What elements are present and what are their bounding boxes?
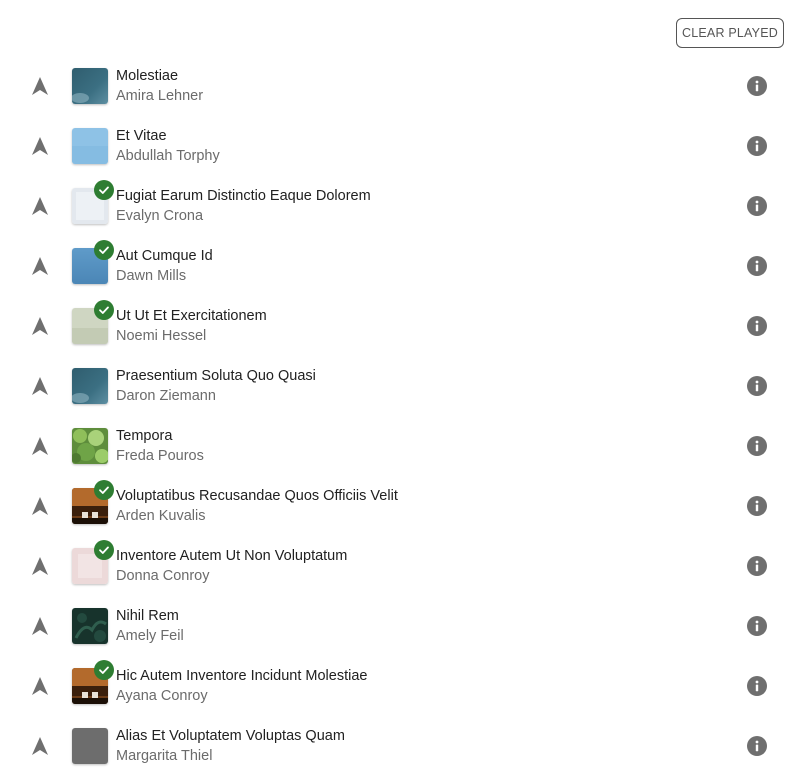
drag-handle-arrow-icon[interactable] bbox=[31, 496, 49, 516]
drag-handle-arrow-icon[interactable] bbox=[31, 616, 49, 636]
track-artist: Margarita Thiel bbox=[116, 748, 213, 764]
track-artist: Dawn Mills bbox=[116, 268, 187, 284]
drag-handle-arrow-icon[interactable] bbox=[31, 436, 49, 456]
clear-played-button[interactable]: CLEAR PLAYED bbox=[676, 18, 784, 48]
track-title: Alias Et Voluptatem Voluptas Quam bbox=[116, 728, 345, 744]
album-art-image bbox=[72, 368, 108, 404]
album-art bbox=[72, 128, 108, 164]
track-row[interactable]: Aut Cumque Id Dawn Mills bbox=[0, 236, 800, 296]
track-title: Tempora bbox=[116, 428, 173, 444]
track-row[interactable]: Tempora Freda Pouros bbox=[0, 416, 800, 476]
info-icon[interactable] bbox=[747, 376, 767, 396]
album-art bbox=[72, 368, 108, 404]
track-title: Fugiat Earum Distinctio Eaque Dolorem bbox=[116, 188, 371, 204]
track-row[interactable]: Et Vitae Abdullah Torphy bbox=[0, 116, 800, 176]
track-artist: Noemi Hessel bbox=[116, 328, 207, 344]
info-icon[interactable] bbox=[747, 136, 767, 156]
album-art bbox=[72, 608, 108, 644]
track-title: Nihil Rem bbox=[116, 608, 179, 624]
drag-handle-arrow-icon[interactable] bbox=[31, 196, 49, 216]
album-art-image bbox=[72, 128, 108, 164]
track-artist: Evalyn Crona bbox=[116, 208, 204, 224]
track-list: Molestiae Amira Lehner Et Vitae Abdullah To… bbox=[0, 56, 800, 776]
track-title: Voluptatibus Recusandae Quos Officiis Ve… bbox=[116, 488, 398, 504]
played-check-icon bbox=[94, 480, 114, 500]
track-row[interactable]: Praesentium Soluta Quo Quasi Daron Zieman… bbox=[0, 356, 800, 416]
track-row[interactable]: Molestiae Amira Lehner bbox=[0, 56, 800, 116]
track-artist: Abdullah Torphy bbox=[116, 148, 220, 164]
info-icon[interactable] bbox=[747, 616, 767, 636]
album-art-image bbox=[72, 428, 108, 464]
track-title: Hic Autem Inventore Incidunt Molestiae bbox=[116, 668, 368, 684]
track-title: Molestiae bbox=[116, 68, 179, 84]
album-art-image bbox=[72, 728, 108, 764]
info-icon[interactable] bbox=[747, 76, 767, 96]
track-artist: Ayana Conroy bbox=[116, 688, 208, 704]
drag-handle-arrow-icon[interactable] bbox=[31, 316, 49, 336]
info-icon[interactable] bbox=[747, 676, 767, 696]
track-title: Praesentium Soluta Quo Quasi bbox=[116, 368, 316, 384]
info-icon[interactable] bbox=[747, 436, 767, 456]
track-row[interactable]: Hic Autem Inventore Incidunt Molestiae Ay… bbox=[0, 656, 800, 716]
track-row[interactable]: Ut Ut Et Exercitationem Noemi Hessel bbox=[0, 296, 800, 356]
track-row[interactable]: Fugiat Earum Distinctio Eaque Dolorem Eva… bbox=[0, 176, 800, 236]
drag-handle-arrow-icon[interactable] bbox=[31, 376, 49, 396]
info-icon[interactable] bbox=[747, 736, 767, 756]
info-icon[interactable] bbox=[747, 256, 767, 276]
track-title: Ut Ut Et Exercitationem bbox=[116, 308, 267, 324]
played-check-icon bbox=[94, 180, 114, 200]
track-title: Inventore Autem Ut Non Voluptatum bbox=[116, 548, 348, 564]
album-art bbox=[72, 68, 108, 104]
played-check-icon bbox=[94, 240, 114, 260]
info-icon[interactable] bbox=[747, 556, 767, 576]
album-art bbox=[72, 300, 114, 344]
album-art bbox=[72, 428, 108, 464]
track-row[interactable]: Inventore Autem Ut Non Voluptatum Donna C… bbox=[0, 536, 800, 596]
drag-handle-arrow-icon[interactable] bbox=[31, 136, 49, 156]
drag-handle-arrow-icon[interactable] bbox=[31, 256, 49, 276]
drag-handle-arrow-icon[interactable] bbox=[31, 676, 49, 696]
album-art bbox=[72, 240, 114, 284]
drag-handle-arrow-icon[interactable] bbox=[31, 556, 49, 576]
played-check-icon bbox=[94, 660, 114, 680]
play-queue-page: CLEAR PLAYED Molestiae Amira Lehner Et Vit… bbox=[0, 0, 800, 784]
album-art bbox=[72, 540, 114, 584]
album-art bbox=[72, 180, 114, 224]
track-title: Et Vitae bbox=[116, 128, 167, 144]
drag-handle-arrow-icon[interactable] bbox=[31, 76, 49, 96]
track-row[interactable]: Voluptatibus Recusandae Quos Officiis Ve… bbox=[0, 476, 800, 536]
track-row[interactable]: Nihil Rem Amely Feil bbox=[0, 596, 800, 656]
info-icon[interactable] bbox=[747, 196, 767, 216]
played-check-icon bbox=[94, 540, 114, 560]
track-artist: Amira Lehner bbox=[116, 88, 204, 104]
info-icon[interactable] bbox=[747, 496, 767, 516]
played-check-icon bbox=[94, 300, 114, 320]
drag-handle-arrow-icon[interactable] bbox=[31, 736, 49, 756]
track-artist: Arden Kuvalis bbox=[116, 508, 206, 524]
info-icon[interactable] bbox=[747, 316, 767, 336]
track-title: Aut Cumque Id bbox=[116, 248, 213, 264]
album-art-image bbox=[72, 608, 108, 644]
track-artist: Donna Conroy bbox=[116, 568, 210, 584]
album-art bbox=[72, 480, 114, 524]
track-artist: Amely Feil bbox=[116, 628, 184, 644]
album-art bbox=[72, 660, 114, 704]
album-art bbox=[72, 728, 108, 764]
track-artist: Freda Pouros bbox=[116, 448, 204, 464]
album-art-image bbox=[72, 68, 108, 104]
track-row[interactable]: Alias Et Voluptatem Voluptas Quam Margari… bbox=[0, 716, 800, 776]
track-artist: Daron Ziemann bbox=[116, 388, 216, 404]
